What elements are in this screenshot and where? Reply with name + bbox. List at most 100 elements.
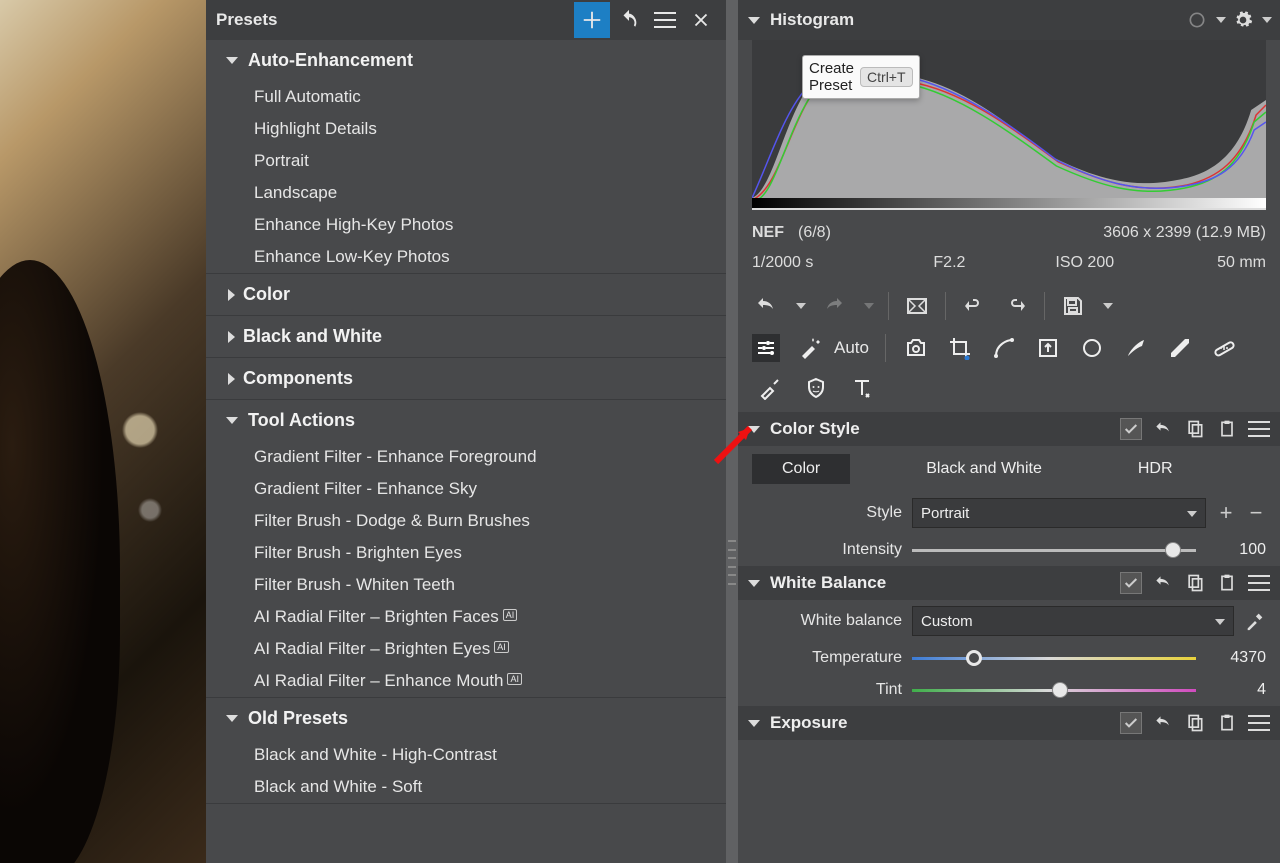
- histogram-header[interactable]: Histogram: [738, 0, 1280, 40]
- heal-tool[interactable]: [1210, 334, 1238, 362]
- menu-button[interactable]: [648, 3, 682, 37]
- preset-item[interactable]: Black and White - Soft: [206, 771, 726, 803]
- preset-item[interactable]: AI Radial Filter – Brighten FacesAI: [206, 601, 726, 633]
- preset-item[interactable]: Black and White - High-Contrast: [206, 739, 726, 771]
- style-add-button[interactable]: +: [1216, 500, 1236, 526]
- crop-tool-camera[interactable]: [902, 334, 930, 362]
- section-reset-button[interactable]: [1152, 712, 1174, 734]
- section-enable-checkbox[interactable]: [1120, 572, 1142, 594]
- style-select[interactable]: Portrait: [912, 498, 1206, 528]
- undo-button[interactable]: [752, 292, 780, 320]
- section-menu-button[interactable]: [1248, 712, 1270, 734]
- preset-group-header[interactable]: Old Presets: [206, 698, 726, 739]
- preset-item-label: AI Radial Filter – Brighten Faces: [254, 607, 499, 627]
- tab-hdr[interactable]: HDR: [1118, 454, 1193, 484]
- preset-item[interactable]: Landscape: [206, 177, 726, 209]
- color-style-title: Color Style: [770, 419, 1110, 439]
- curve-tool[interactable]: [990, 334, 1018, 362]
- wb-label: White balance: [752, 612, 902, 630]
- preset-item-label: AI Radial Filter – Brighten Eyes: [254, 639, 490, 659]
- export-tool[interactable]: [1034, 334, 1062, 362]
- preset-group-name: Tool Actions: [248, 410, 355, 431]
- exposure-header[interactable]: Exposure: [738, 706, 1280, 740]
- overexposure-toggle[interactable]: [1186, 9, 1208, 31]
- preset-group-header[interactable]: Auto-Enhancement: [206, 40, 726, 81]
- save-button[interactable]: [1059, 292, 1087, 320]
- caret-down-icon: [1187, 511, 1197, 517]
- section-enable-checkbox[interactable]: [1120, 418, 1142, 440]
- close-button[interactable]: [684, 3, 718, 37]
- preset-item[interactable]: Full Automatic: [206, 81, 726, 113]
- section-reset-button[interactable]: [1152, 418, 1174, 440]
- preset-item-label: Black and White - High-Contrast: [254, 745, 497, 765]
- wb-eyedropper[interactable]: [1244, 610, 1266, 632]
- preset-item-label: Enhance Low-Key Photos: [254, 247, 450, 267]
- preset-item-label: Filter Brush - Whiten Teeth: [254, 575, 455, 595]
- preset-group-header[interactable]: Black and White: [206, 316, 726, 357]
- preset-item-label: Gradient Filter - Enhance Foreground: [254, 447, 537, 467]
- temperature-slider[interactable]: [912, 648, 1196, 668]
- wb-select[interactable]: Custom: [912, 606, 1234, 636]
- section-menu-button[interactable]: [1248, 572, 1270, 594]
- presets-header: Presets: [206, 0, 726, 40]
- text-tool[interactable]: [848, 374, 876, 402]
- preset-group-header[interactable]: Tool Actions: [206, 400, 726, 441]
- style-remove-button[interactable]: −: [1246, 500, 1266, 526]
- tint-slider[interactable]: [912, 680, 1196, 700]
- intensity-slider[interactable]: [912, 540, 1196, 560]
- settings-button[interactable]: [1232, 9, 1254, 31]
- preset-item[interactable]: Filter Brush - Whiten Teeth: [206, 569, 726, 601]
- color-style-header[interactable]: Color Style: [738, 412, 1280, 446]
- compare-button[interactable]: [903, 292, 931, 320]
- brush-tool[interactable]: [1122, 334, 1150, 362]
- preset-item[interactable]: Enhance Low-Key Photos: [206, 241, 726, 273]
- section-menu-button[interactable]: [1248, 418, 1270, 440]
- presets-panel: Presets Create Preset Ctrl+T Auto-Enh: [206, 0, 726, 863]
- section-copy-button[interactable]: [1184, 572, 1206, 594]
- preset-group-name: Color: [243, 284, 290, 305]
- presets-list: Auto-Enhancement Full AutomaticHighlight …: [206, 40, 726, 863]
- radial-tool[interactable]: [1078, 334, 1106, 362]
- preset-item[interactable]: Gradient Filter - Enhance Foreground: [206, 441, 726, 473]
- create-preset-tooltip: Create Preset Ctrl+T: [802, 55, 920, 99]
- preset-group-name: Auto-Enhancement: [248, 50, 413, 71]
- preset-item[interactable]: Portrait: [206, 145, 726, 177]
- preset-item-label: Filter Brush - Dodge & Burn Brushes: [254, 511, 530, 531]
- section-paste-button[interactable]: [1216, 712, 1238, 734]
- rotate-left-button[interactable]: [960, 292, 988, 320]
- section-copy-button[interactable]: [1184, 712, 1206, 734]
- preset-group-name: Black and White: [243, 326, 382, 347]
- adjustments-tool[interactable]: [752, 334, 780, 362]
- auto-enhance-tool[interactable]: [796, 334, 824, 362]
- rotate-right-button[interactable]: [1002, 292, 1030, 320]
- crop-tool[interactable]: [946, 334, 974, 362]
- face-tool[interactable]: [802, 374, 830, 402]
- section-reset-button[interactable]: [1152, 572, 1174, 594]
- white-balance-header[interactable]: White Balance: [738, 566, 1280, 600]
- section-paste-button[interactable]: [1216, 572, 1238, 594]
- section-enable-checkbox[interactable]: [1120, 712, 1142, 734]
- preset-group-header[interactable]: Components: [206, 358, 726, 399]
- undo-button[interactable]: [612, 3, 646, 37]
- preset-item[interactable]: Highlight Details: [206, 113, 726, 145]
- preset-group-header[interactable]: Color: [206, 274, 726, 315]
- section-paste-button[interactable]: [1216, 418, 1238, 440]
- menu-icon: [1248, 715, 1270, 731]
- tab-bw[interactable]: Black and White: [890, 454, 1078, 484]
- preset-item[interactable]: Gradient Filter - Enhance Sky: [206, 473, 726, 505]
- preset-item[interactable]: Enhance High-Key Photos: [206, 209, 726, 241]
- redo-button[interactable]: [820, 292, 848, 320]
- retouch-brush-tool[interactable]: [756, 374, 784, 402]
- gradient-tool[interactable]: [1166, 334, 1194, 362]
- caret-down-icon: [226, 417, 238, 424]
- file-index: (6/8): [798, 224, 831, 242]
- file-meta-row: NEF (6/8) 3606 x 2399 (12.9 MB): [738, 218, 1280, 248]
- preset-item[interactable]: Filter Brush - Dodge & Burn Brushes: [206, 505, 726, 537]
- preset-item[interactable]: AI Radial Filter – Brighten EyesAI: [206, 633, 726, 665]
- preset-item[interactable]: Filter Brush - Brighten Eyes: [206, 537, 726, 569]
- create-preset-button[interactable]: [574, 2, 610, 38]
- section-copy-button[interactable]: [1184, 418, 1206, 440]
- preset-item[interactable]: AI Radial Filter – Enhance MouthAI: [206, 665, 726, 697]
- intensity-label: Intensity: [752, 541, 902, 559]
- caret-right-icon: [228, 373, 235, 385]
